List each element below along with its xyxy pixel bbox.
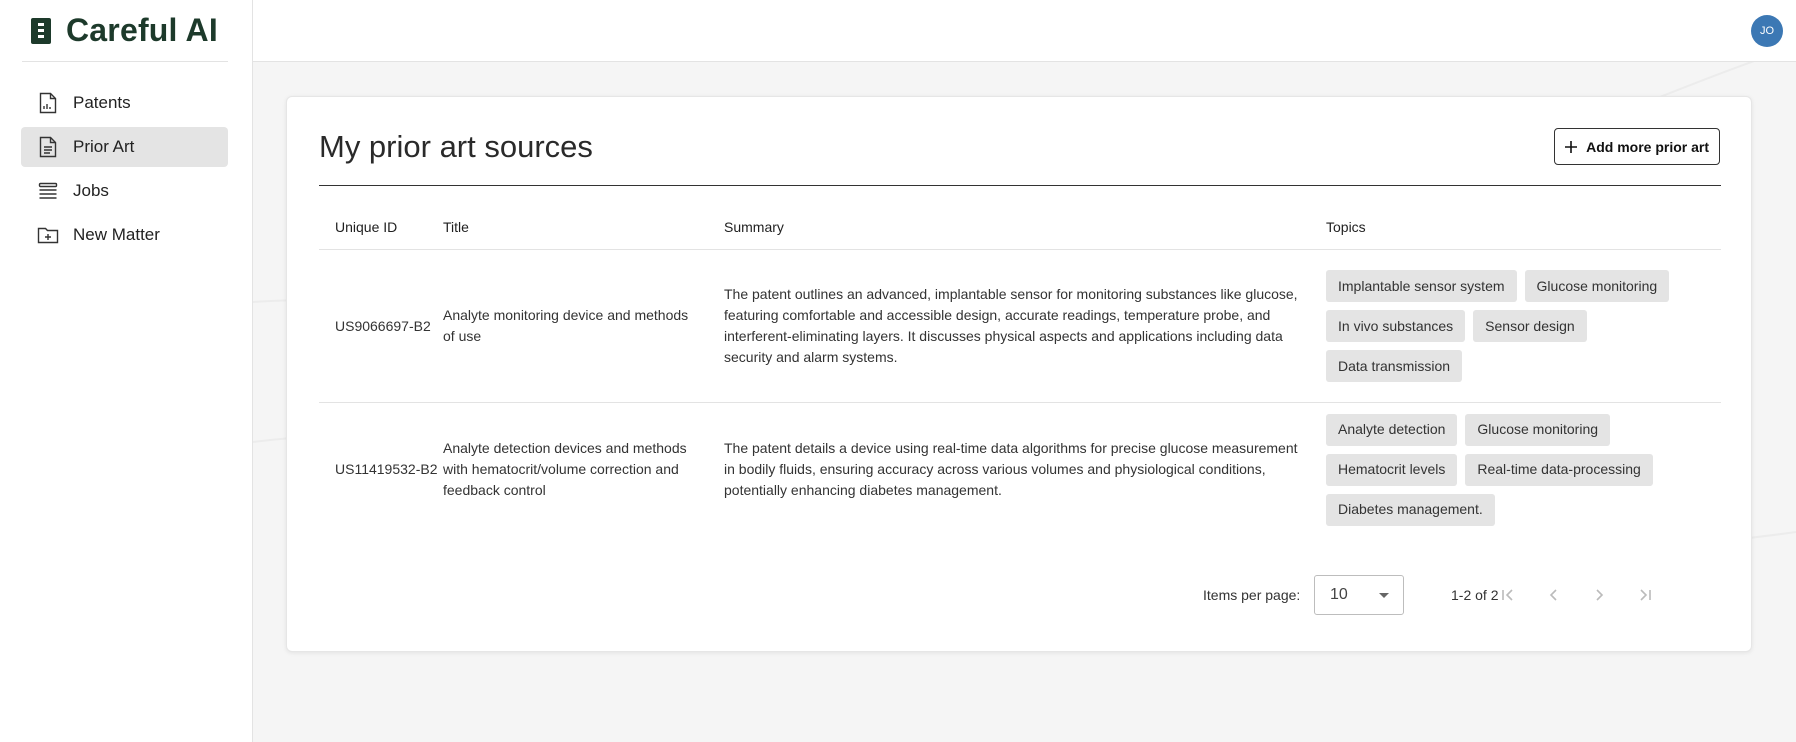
add-prior-art-button[interactable]: Add more prior art — [1554, 128, 1720, 165]
page-title: My prior art sources — [319, 129, 593, 164]
dropdown-caret-icon — [1379, 593, 1389, 598]
items-per-page-value: 10 — [1330, 586, 1348, 603]
topic-chip[interactable]: Hematocrit levels — [1326, 453, 1458, 486]
sidebar-item-jobs[interactable]: Jobs — [21, 171, 228, 211]
topic-chip[interactable]: Diabetes management. — [1326, 493, 1495, 526]
row-summary: The patent outlines an advanced, implant… — [724, 286, 1298, 365]
column-header-summary[interactable]: Summary — [724, 219, 1322, 235]
brand[interactable]: Careful AI — [22, 0, 228, 62]
last-page-icon — [1640, 589, 1651, 601]
table-header: Unique ID Title Summary Topics — [319, 204, 1721, 250]
page-range-label: 1-2 of 2 — [1451, 587, 1499, 603]
row-title: Analyte monitoring device and methods of… — [443, 307, 689, 344]
main-content: My prior art sources Add more prior art … — [253, 62, 1796, 742]
row-topics: Analyte detection Glucose monitoring Hem… — [1322, 410, 1721, 530]
first-page-button[interactable] — [1496, 583, 1520, 607]
chevron-right-icon — [1596, 589, 1604, 601]
sidebar: Careful AI Patents Prior Art Jobs New Ma… — [0, 0, 253, 742]
top-bar: JO — [253, 0, 1796, 62]
stack-icon — [37, 180, 59, 202]
table-row[interactable]: US11419532-B2 Analyte detection devices … — [319, 403, 1721, 536]
table-row[interactable]: US9066697-B2 Analyte monitoring device a… — [319, 250, 1721, 403]
document-icon — [37, 136, 59, 158]
topic-chip[interactable]: Sensor design — [1473, 310, 1587, 342]
row-title: Analyte detection devices and methods wi… — [443, 440, 687, 498]
topic-chip[interactable]: Implantable sensor system — [1326, 270, 1517, 302]
folder-plus-icon — [37, 224, 59, 246]
divider — [319, 185, 1721, 186]
add-prior-art-label: Add more prior art — [1586, 138, 1709, 155]
sidebar-item-label: Jobs — [73, 181, 109, 200]
column-header-topics[interactable]: Topics — [1322, 219, 1721, 235]
brand-name: Careful AI — [66, 12, 218, 48]
first-page-icon — [1502, 589, 1513, 601]
items-per-page-select[interactable]: 10 — [1314, 575, 1404, 615]
topic-chip[interactable]: Real-time data-processing — [1465, 453, 1653, 486]
prior-art-card: My prior art sources Add more prior art … — [286, 96, 1752, 652]
avatar[interactable]: JO — [1751, 15, 1783, 47]
topic-chip[interactable]: Data transmission — [1326, 350, 1463, 382]
brand-logo-icon — [31, 17, 51, 44]
next-page-button[interactable] — [1587, 583, 1611, 607]
prior-art-table: Unique ID Title Summary Topics US9066697… — [319, 204, 1721, 536]
sidebar-nav: Patents Prior Art Jobs New Matter — [21, 83, 228, 259]
sidebar-item-patents[interactable]: Patents — [21, 83, 228, 123]
row-topics: Implantable sensor system Glucose monito… — [1322, 266, 1721, 386]
sidebar-item-label: Prior Art — [73, 137, 135, 156]
topic-chip[interactable]: Glucose monitoring — [1524, 270, 1670, 302]
column-header-id[interactable]: Unique ID — [319, 219, 443, 235]
previous-page-button[interactable] — [1542, 583, 1566, 607]
topic-chip[interactable]: In vivo substances — [1326, 310, 1466, 342]
chevron-left-icon — [1549, 589, 1557, 601]
sidebar-item-label: New Matter — [73, 225, 160, 244]
paginator: Items per page: 10 1-2 of 2 — [287, 575, 1753, 615]
row-id: US9066697-B2 — [335, 317, 431, 334]
column-header-title[interactable]: Title — [443, 219, 724, 235]
last-page-button[interactable] — [1633, 583, 1657, 607]
sidebar-item-label: Patents — [73, 93, 131, 112]
plus-icon — [1565, 140, 1578, 153]
sidebar-item-prior-art[interactable]: Prior Art — [21, 127, 228, 167]
row-summary: The patent details a device using real-t… — [724, 440, 1298, 498]
sidebar-item-new-matter[interactable]: New Matter — [21, 215, 228, 255]
patent-document-icon — [37, 92, 59, 114]
topic-chip[interactable]: Glucose monitoring — [1465, 413, 1611, 446]
row-id: US11419532-B2 — [335, 461, 438, 477]
topic-chip[interactable]: Analyte detection — [1326, 413, 1458, 446]
items-per-page-label: Items per page: — [1203, 587, 1301, 603]
